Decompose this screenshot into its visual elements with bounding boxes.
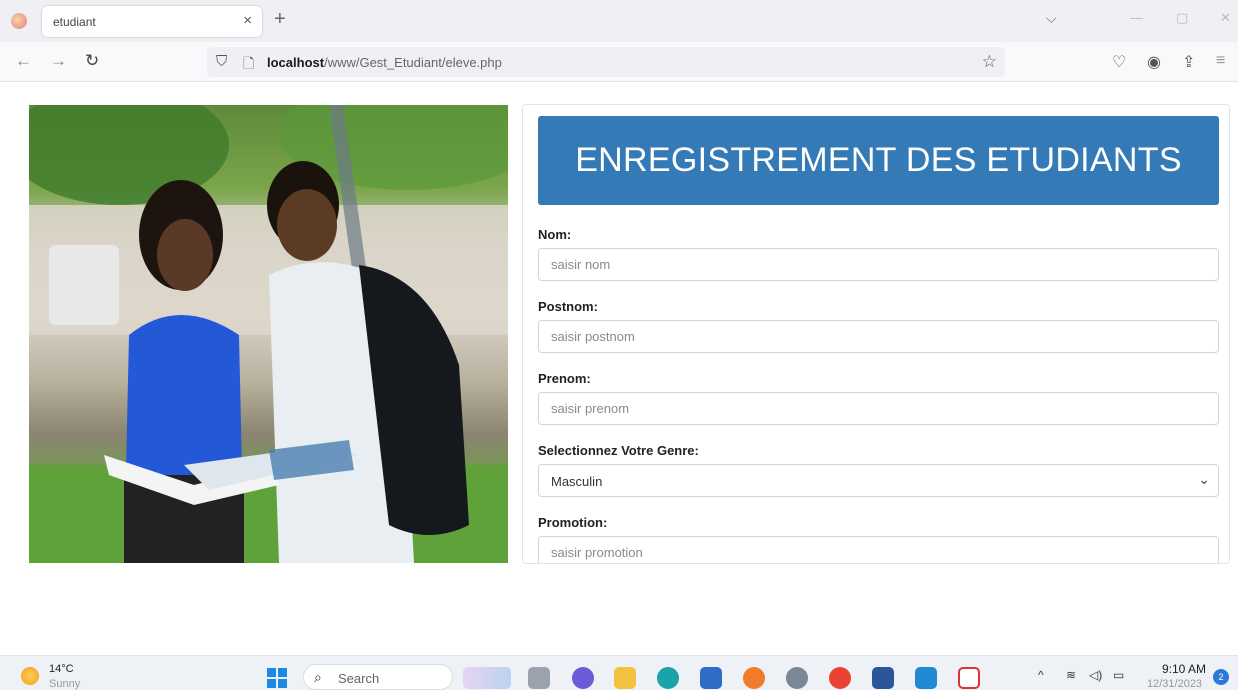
word-icon[interactable] (872, 667, 894, 689)
reload-icon[interactable]: ↻ (85, 51, 99, 71)
chevron-down-icon: ⌄ (1198, 471, 1210, 487)
prenom-label: Prenom: (538, 371, 591, 386)
windows-taskbar: 14°C Sunny ⌕ Search ^ ≋ ◁) ▭ 9:10 AM 12/… (0, 655, 1238, 690)
navigation-bar: ← → ↻ ⛉ 🗋 localhost/www/Gest_Etudiant/el… (0, 42, 1238, 82)
minimize-icon[interactable]: — (1130, 10, 1143, 25)
firefox-icon[interactable] (743, 667, 765, 689)
widgets-icon[interactable] (463, 667, 511, 689)
pocket-icon[interactable]: ♡ (1112, 52, 1126, 72)
promotion-input[interactable] (538, 536, 1219, 563)
snipping-tool-icon[interactable] (958, 667, 980, 689)
forward-icon[interactable]: → (50, 51, 67, 71)
genre-label: Selectionnez Votre Genre: (538, 443, 699, 458)
weather-temperature[interactable]: 14°C (49, 663, 74, 675)
clock-date[interactable]: 12/31/2023 (1147, 678, 1202, 690)
url-path: /www/Gest_Etudiant/eleve.php (324, 55, 502, 70)
search-icon: ⌕ (314, 669, 322, 685)
postnom-label: Postnom: (538, 299, 598, 314)
new-tab-icon[interactable]: + (274, 8, 286, 31)
extensions-icon[interactable]: ⇪ (1182, 52, 1195, 72)
maximize-icon[interactable]: ▢ (1176, 10, 1188, 26)
postnom-input[interactable] (538, 320, 1219, 353)
teams-chat-icon[interactable] (572, 667, 594, 689)
edge-browser-icon[interactable] (657, 667, 679, 689)
url-host: localhost (267, 55, 325, 70)
settings-gear-icon[interactable] (786, 667, 808, 689)
taskbar-search[interactable]: ⌕ Search (303, 664, 453, 690)
url-text[interactable]: localhost/www/Gest_Etudiant/eleve.php (267, 55, 502, 70)
notification-badge[interactable]: 2 (1213, 669, 1229, 685)
students-photo-illustration (29, 105, 508, 563)
back-icon[interactable]: ← (15, 51, 32, 71)
tab-bar: etudiant × + ⌵ — ▢ ✕ (0, 0, 1238, 42)
weather-condition[interactable]: Sunny (49, 678, 80, 690)
close-window-icon[interactable]: ✕ (1220, 10, 1231, 26)
tab-etudiant[interactable]: etudiant × (42, 6, 262, 37)
search-label: Search (338, 671, 380, 686)
account-icon[interactable]: ◉ (1147, 52, 1161, 72)
form-title-banner: ENREGISTREMENT DES ETUDIANTS (538, 116, 1219, 205)
address-bar[interactable]: ⛉ 🗋 localhost/www/Gest_Etudiant/eleve.ph… (207, 47, 1005, 77)
menu-icon[interactable]: ≡ (1216, 52, 1225, 70)
nom-input[interactable] (538, 248, 1219, 281)
file-explorer-icon[interactable] (614, 667, 636, 689)
page-info-icon[interactable]: 🗋 (243, 53, 254, 77)
students-photo (29, 105, 508, 563)
tab-title: etudiant (53, 15, 96, 29)
windows-start-icon[interactable] (267, 668, 287, 688)
clock-time[interactable]: 9:10 AM (1162, 662, 1206, 676)
genre-select[interactable]: Masculin ⌄ (538, 464, 1219, 497)
store-icon[interactable] (700, 667, 722, 689)
firefox-logo-icon (11, 13, 27, 29)
volume-icon[interactable]: ◁) (1089, 668, 1102, 682)
registration-form: ENREGISTREMENT DES ETUDIANTS Nom: Postno… (522, 104, 1230, 564)
tab-close-icon[interactable]: × (243, 12, 252, 29)
show-hidden-icons-icon[interactable]: ^ (1038, 668, 1044, 682)
task-view-icon[interactable] (528, 667, 550, 689)
list-all-tabs-icon[interactable]: ⌵ (1046, 10, 1057, 27)
tracking-shield-icon[interactable]: ⛉ (216, 53, 227, 70)
bookmark-star-icon[interactable]: ☆ (982, 52, 997, 72)
sun-icon[interactable] (21, 667, 39, 685)
prenom-input[interactable] (538, 392, 1219, 425)
genre-selected-value: Masculin (551, 474, 603, 489)
promotion-label: Promotion: (538, 515, 608, 530)
wifi-icon[interactable]: ≋ (1066, 668, 1076, 682)
chrome-icon[interactable] (829, 667, 851, 689)
browser-window: etudiant × + ⌵ — ▢ ✕ ← → ↻ ⛉ 🗋 localhost… (0, 0, 1238, 690)
vscode-icon[interactable] (915, 667, 937, 689)
nom-label: Nom: (538, 227, 572, 242)
battery-icon[interactable]: ▭ (1113, 668, 1124, 682)
